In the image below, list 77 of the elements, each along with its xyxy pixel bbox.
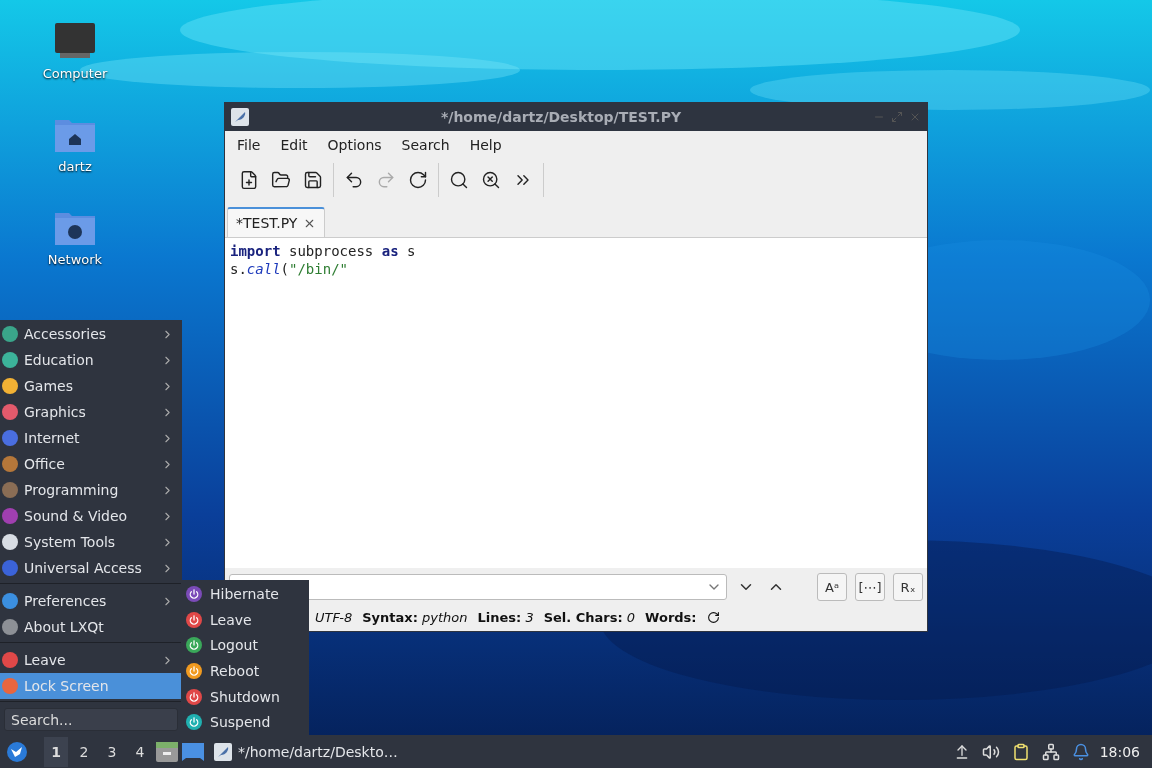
menu-item[interactable]: Games xyxy=(0,373,182,399)
menu-item[interactable]: Options xyxy=(319,135,390,155)
category-icon xyxy=(2,678,18,694)
menu-item[interactable]: Search xyxy=(393,135,458,155)
find-option-button[interactable]: Rₓ xyxy=(893,573,923,601)
menu-item[interactable]: Logout xyxy=(181,632,309,658)
workspace-button[interactable]: 2 xyxy=(72,736,96,767)
category-icon xyxy=(2,404,18,420)
menu-item[interactable]: Education xyxy=(0,347,182,373)
search-field[interactable]: Search... xyxy=(4,708,178,731)
status-item: Syntax: python xyxy=(362,610,468,625)
power-icon xyxy=(186,585,202,602)
power-icon xyxy=(186,611,202,628)
category-icon xyxy=(2,619,18,635)
category-icon xyxy=(2,326,18,342)
menu-item[interactable]: About LXQt xyxy=(0,614,182,640)
status-item: Lines: 3 xyxy=(477,610,534,625)
menu-item[interactable]: Shutdown xyxy=(181,683,309,710)
status-item: Sel. Chars: 0 xyxy=(543,610,636,625)
find-option-button[interactable]: Aᵃ xyxy=(817,573,847,601)
menu-item[interactable]: Accessories xyxy=(0,321,182,347)
menu-item[interactable]: Office xyxy=(0,451,182,477)
category-icon xyxy=(2,430,18,446)
workspace-button[interactable]: 4 xyxy=(128,736,152,767)
file-tab[interactable]: *TEST.PY xyxy=(227,207,326,237)
volume-icon[interactable] xyxy=(981,742,1000,761)
menu-item[interactable]: File xyxy=(229,135,269,155)
menu-item[interactable]: System Tools xyxy=(0,529,182,555)
menu-item[interactable]: Preferences xyxy=(0,588,182,614)
menu-item[interactable]: Leave xyxy=(181,606,309,633)
status-item: UTF-8 xyxy=(315,610,353,625)
home-folder-icon[interactable] xyxy=(54,117,96,153)
refresh-icon[interactable] xyxy=(706,611,720,624)
code-editor[interactable]: import subprocess as s s.call("/bin/" xyxy=(225,238,927,568)
workspace-button[interactable]: 3 xyxy=(100,736,124,767)
notification-icon[interactable] xyxy=(1071,742,1090,761)
category-icon xyxy=(2,352,18,368)
network-folder-icon[interactable] xyxy=(54,210,96,246)
code-line: import subprocess as s xyxy=(230,242,417,260)
feather-icon xyxy=(231,108,249,126)
category-icon xyxy=(2,534,18,550)
category-icon xyxy=(2,560,18,576)
feather-icon xyxy=(214,742,232,761)
power-icon xyxy=(186,714,202,731)
taskbar-task[interactable]: */home/dartz/Deskto… xyxy=(208,742,404,761)
power-icon xyxy=(186,637,202,654)
menu-item[interactable]: Hibernate xyxy=(181,581,309,607)
power-icon xyxy=(186,662,202,679)
desktop-icon-label[interactable]: Network xyxy=(47,252,103,267)
menu-item[interactable]: Sound & Video xyxy=(0,503,182,529)
clock[interactable]: 18:06 xyxy=(1093,743,1146,760)
menu-item[interactable]: Edit xyxy=(272,135,316,155)
status-item: Words: xyxy=(645,610,697,625)
window-title: */home/dartz/Desktop/TEST.PY xyxy=(439,109,683,125)
code-line: s.call("/bin/" xyxy=(230,260,350,278)
menu-item[interactable]: Internet xyxy=(0,425,182,451)
file-cabinet-icon[interactable] xyxy=(156,741,178,762)
menu-item[interactable]: Programming xyxy=(0,477,182,503)
find-option-button[interactable]: [⋯] xyxy=(855,573,885,601)
power-icon xyxy=(186,688,202,705)
menu-item[interactable]: Help xyxy=(461,135,510,155)
monitor-icon[interactable] xyxy=(54,22,96,60)
category-icon xyxy=(2,456,18,472)
menu-item[interactable]: Suspend xyxy=(181,709,309,735)
menu-item[interactable]: Leave xyxy=(0,647,182,673)
clipboard-icon[interactable] xyxy=(1011,742,1030,761)
category-icon xyxy=(2,652,18,668)
menu-item[interactable]: Graphics xyxy=(0,399,182,425)
menu-item[interactable]: Reboot xyxy=(181,658,309,684)
desktop-icon[interactable] xyxy=(182,742,204,761)
category-icon xyxy=(2,508,18,524)
category-icon xyxy=(2,482,18,498)
category-icon xyxy=(2,593,18,609)
workspace-button[interactable]: 1 xyxy=(44,736,68,767)
menu-item[interactable]: Universal Access xyxy=(0,555,182,581)
category-icon xyxy=(2,378,18,394)
network-icon[interactable] xyxy=(1041,742,1060,761)
